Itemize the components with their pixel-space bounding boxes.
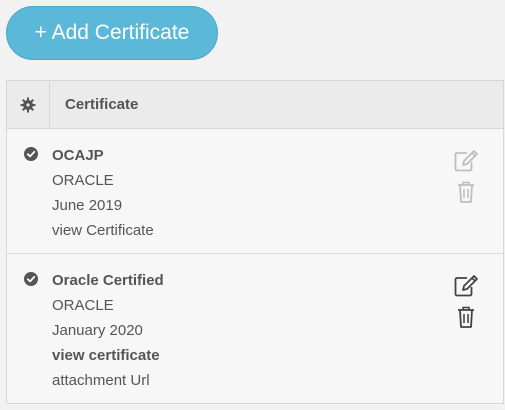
gear-icon	[20, 97, 36, 112]
certificates-page: + Add Certificate Certificate OCAJP ORAC…	[0, 0, 505, 410]
attachment-url-link[interactable]: attachment Url	[52, 368, 164, 393]
table-row: Oracle Certified ORACLE January 2020 vie…	[7, 254, 503, 402]
trash-icon	[458, 306, 474, 328]
table-row: OCAJP ORACLE June 2019 view Certificate	[7, 129, 503, 254]
check-circle-icon	[24, 272, 38, 286]
view-certificate-link[interactable]: view Certificate	[52, 218, 154, 243]
edit-icon	[454, 275, 478, 297]
header-icon-cell	[7, 81, 50, 128]
delete-button[interactable]	[453, 305, 479, 329]
certificate-date: June 2019	[52, 197, 123, 214]
certificate-details: Oracle Certified ORACLE January 2020 vie…	[52, 268, 164, 393]
certificate-issuer: ORACLE	[52, 172, 114, 189]
certificate-title: Oracle Certified	[52, 272, 164, 289]
certificate-table: Certificate OCAJP ORACLE June 2019 view …	[6, 80, 504, 404]
delete-button[interactable]	[453, 180, 479, 204]
certificate-column-header: Certificate	[65, 96, 139, 113]
view-certificate-link[interactable]: view certificate	[52, 343, 164, 368]
edit-icon	[454, 150, 478, 172]
row-actions	[453, 274, 481, 336]
row-actions	[453, 149, 481, 211]
certificate-title: OCAJP	[52, 147, 104, 164]
certificate-details: OCAJP ORACLE June 2019 view Certificate	[52, 143, 154, 243]
edit-button[interactable]	[453, 149, 479, 173]
certificate-issuer: ORACLE	[52, 297, 114, 314]
add-certificate-button[interactable]: + Add Certificate	[6, 6, 218, 60]
check-circle-icon	[24, 147, 38, 161]
certificate-date: January 2020	[52, 322, 143, 339]
table-header: Certificate	[7, 81, 503, 129]
trash-icon	[458, 181, 474, 203]
edit-button[interactable]	[453, 274, 479, 298]
